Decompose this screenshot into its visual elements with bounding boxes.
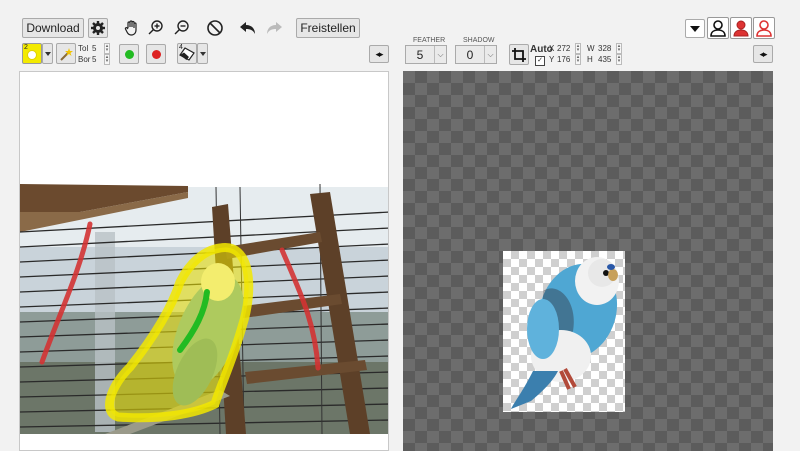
redo-icon (265, 19, 283, 37)
tol-label: Tol (78, 44, 89, 53)
bor-label: Bor (78, 55, 91, 64)
remove-marker-button[interactable] (146, 44, 166, 64)
crop-w-value[interactable]: 328 (598, 44, 611, 53)
hand-icon (123, 19, 141, 37)
redo-button[interactable] (264, 18, 284, 38)
feather-value: 5 (416, 47, 424, 62)
brush-size-dropdown[interactable] (42, 43, 53, 64)
user-mode-red-button[interactable] (730, 17, 752, 39)
green-dot-icon (124, 49, 134, 59)
freistellen-button[interactable]: Freistellen (296, 18, 360, 38)
feather-label: FEATHER (413, 37, 446, 44)
crop-h-label: H (587, 55, 593, 64)
shadow-value: 0 (466, 47, 474, 62)
pan-tool-button[interactable] (122, 18, 142, 38)
zoom-out-icon (173, 19, 191, 37)
user-red-outline-icon (755, 19, 773, 37)
keep-marker-button[interactable] (119, 44, 139, 64)
tol-stepper[interactable]: ▴ ▾ (104, 43, 110, 54)
magic-wand-button[interactable] (56, 43, 76, 64)
preview-canvas[interactable] (403, 71, 773, 451)
zoom-in-icon (147, 19, 165, 37)
crop-x-label: X (549, 44, 555, 53)
zoom-out-button[interactable] (172, 18, 192, 38)
cutout-preview (503, 251, 625, 412)
crop-y-value[interactable]: 176 (557, 55, 570, 64)
crop-h-stepper[interactable]: ▴ ▾ (616, 54, 622, 65)
tol-value[interactable]: 5 (92, 44, 96, 53)
user-icon (709, 19, 727, 37)
crop-x-value[interactable]: 272 (557, 44, 570, 53)
no-entry-icon (206, 19, 224, 37)
chevron-down-icon: ⌵ (484, 46, 496, 63)
brush-size-badge: 2 (24, 44, 28, 51)
shadow-label: SHADOW (463, 37, 495, 44)
chevron-down-icon (44, 51, 51, 56)
chevron-down-icon (690, 25, 700, 32)
zoom-in-button[interactable] (146, 18, 166, 38)
source-photo (20, 183, 388, 435)
brush-dot-icon (27, 50, 37, 60)
shadow-select[interactable]: 0 ⌵ (455, 45, 497, 64)
chevron-down-icon: ⌵ (434, 46, 446, 63)
feather-select[interactable]: 5 ⌵ (405, 45, 447, 64)
eraser-button[interactable]: 4 (177, 43, 197, 64)
crop-w-label: W (587, 44, 595, 53)
auto-checkbox[interactable]: ✓ (535, 56, 545, 66)
crop-h-value[interactable]: 435 (598, 55, 611, 64)
editor-canvas[interactable] (19, 71, 389, 451)
settings-button[interactable] (88, 18, 108, 38)
crop-x-stepper[interactable]: ▴ ▾ (575, 43, 581, 54)
undo-icon (239, 19, 257, 37)
reset-button[interactable] (205, 18, 225, 38)
red-dot-icon (151, 49, 161, 59)
user-mode-button[interactable] (707, 17, 729, 39)
expand-horizontal-icon: ◂▸ (375, 48, 383, 59)
crop-button[interactable] (509, 44, 529, 65)
expand-right-panel-button[interactable]: ◂▸ (753, 45, 773, 63)
crop-icon (512, 47, 526, 62)
eraser-size-dropdown[interactable] (197, 43, 208, 64)
eraser-size-badge: 4 (179, 44, 183, 51)
chevron-down-icon (199, 51, 206, 56)
crop-y-stepper[interactable]: ▴ ▾ (575, 54, 581, 65)
brush-size-button[interactable]: 2 (22, 43, 42, 64)
bor-value[interactable]: 5 (92, 55, 96, 64)
undo-button[interactable] (238, 18, 258, 38)
user-red-icon (732, 19, 750, 37)
expand-horizontal-icon: ◂▸ (759, 48, 767, 59)
bor-stepper[interactable]: ▴ ▾ (104, 54, 110, 65)
download-button[interactable]: Download (22, 18, 84, 38)
magic-wand-icon (58, 46, 74, 62)
crop-w-stepper[interactable]: ▴ ▾ (616, 43, 622, 54)
user-mode-red-outline-button[interactable] (753, 17, 775, 39)
gear-icon (90, 20, 106, 36)
user-dropdown-button[interactable] (685, 19, 705, 38)
crop-y-label: Y (549, 55, 555, 64)
cutout-bird-image (511, 257, 619, 409)
expand-left-panel-button[interactable]: ◂▸ (369, 45, 389, 63)
